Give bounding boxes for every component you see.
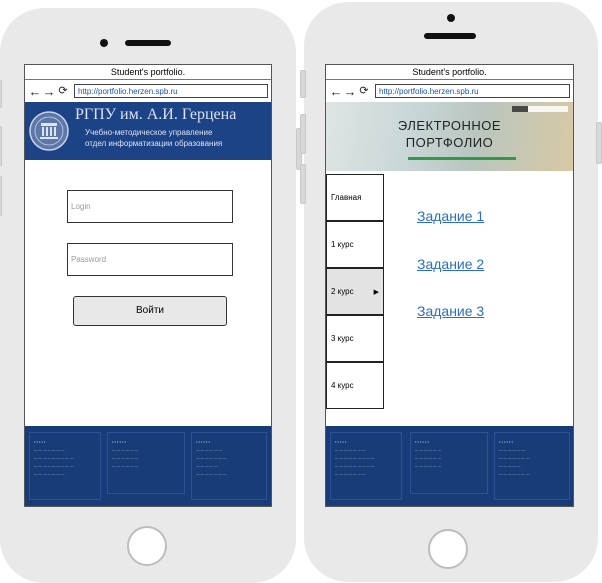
back-arrow-icon[interactable]: ← — [329, 85, 343, 98]
task-link-3[interactable]: Задание 3 — [417, 303, 484, 319]
side-button — [0, 80, 2, 108]
menu-item-home[interactable]: Главная — [326, 174, 384, 221]
banner-subtitle-2: отдел информатизации образования — [85, 139, 223, 148]
menu-item-label: 3 курс — [331, 334, 354, 343]
task-link-2[interactable]: Задание 2 — [417, 256, 484, 272]
back-arrow-icon[interactable]: ← — [28, 85, 42, 98]
footer-column-contacts: • • • • • — — — — — — — — — — — — — — — … — [330, 432, 402, 500]
menu-item-course-1[interactable]: 1 курс — [326, 221, 384, 268]
password-input[interactable]: Password — [67, 243, 233, 276]
browser-window-title: Student's portfolio. — [25, 65, 271, 80]
address-bar[interactable]: http://portfolio.herzen.spb.ru — [375, 84, 570, 98]
menu-item-course-3[interactable]: 3 курс — [326, 315, 384, 362]
camera-icon — [447, 14, 455, 22]
browser-nav-bar: ← → ⟳ http://portfolio.herzen.spb.ru — [326, 80, 573, 103]
university-banner: РГПУ им. А.И. Герцена Учебно-методическо… — [25, 102, 271, 160]
banner-subtitle-1: Учебно-методическое управление — [85, 128, 213, 137]
speaker-icon — [125, 40, 171, 46]
menu-item-label: 2 курс — [331, 287, 354, 296]
reload-icon[interactable]: ⟳ — [56, 85, 70, 98]
speaker-icon — [424, 33, 476, 39]
site-footer: • • • • • — — — — — — — — — — — — — — — … — [25, 426, 271, 506]
hero-title-line-1: ЭЛЕКТРОННОЕ — [397, 118, 502, 133]
hero-top-nav — [512, 106, 568, 112]
login-submit-button[interactable]: Войти — [73, 296, 227, 326]
volume-down-button — [0, 176, 2, 216]
site-footer: • • • • • — — — — — — — — — — — — — — — … — [326, 426, 573, 506]
menu-item-course-2[interactable]: 2 курс ▶ — [326, 268, 384, 315]
volume-down-button — [300, 164, 306, 204]
hero-underline — [408, 157, 516, 160]
hero-title-line-2: ПОРТФОЛИО — [405, 135, 494, 150]
menu-item-label: Главная — [331, 193, 362, 202]
menu-item-label: 4 курс — [331, 381, 354, 390]
home-button[interactable] — [127, 526, 167, 566]
browser-window-title: Student's portfolio. — [326, 65, 573, 80]
menu-item-label: 1 курс — [331, 240, 354, 249]
portfolio-hero-banner: ЭЛЕКТРОННОЕ ПОРТФОЛИО — [326, 102, 573, 171]
banner-title: РГПУ им. А.И. Герцена — [75, 106, 237, 123]
power-button — [596, 122, 602, 164]
university-emblem-icon — [29, 111, 69, 151]
home-button[interactable] — [428, 529, 468, 569]
forward-arrow-icon[interactable]: → — [42, 85, 56, 98]
screen-left: Student's portfolio. ← → ⟳ http://portfo… — [24, 64, 272, 507]
login-input[interactable]: Login — [67, 190, 233, 223]
footer-column-contacts: • • • • • — — — — — — — — — — — — — — — … — [29, 432, 101, 500]
footer-column-links: • • • • • • — — — — — — — — — — — — — — … — [107, 432, 185, 494]
footer-column-links: • • • • • • — — — — — — — — — — — — — — … — [410, 432, 488, 494]
forward-arrow-icon[interactable]: → — [343, 85, 357, 98]
menu-item-course-4[interactable]: 4 курс — [326, 362, 384, 409]
reload-icon[interactable]: ⟳ — [357, 85, 371, 98]
camera-icon — [100, 39, 108, 47]
volume-up-button — [0, 126, 2, 166]
footer-column-useful: • • • • • • — — — — — — — — — — — — — — … — [494, 432, 570, 500]
submenu-arrow-icon: ▶ — [373, 289, 379, 296]
screen-right: Student's portfolio. ← → ⟳ http://portfo… — [325, 64, 574, 507]
side-button — [300, 70, 306, 98]
task-link-1[interactable]: Задание 1 — [417, 208, 484, 224]
address-bar[interactable]: http://portfolio.herzen.spb.ru — [74, 84, 268, 98]
browser-nav-bar: ← → ⟳ http://portfolio.herzen.spb.ru — [25, 80, 271, 103]
volume-up-button — [300, 114, 306, 154]
footer-column-useful: • • • • • • — — — — — — — — — — — — — — … — [191, 432, 267, 500]
